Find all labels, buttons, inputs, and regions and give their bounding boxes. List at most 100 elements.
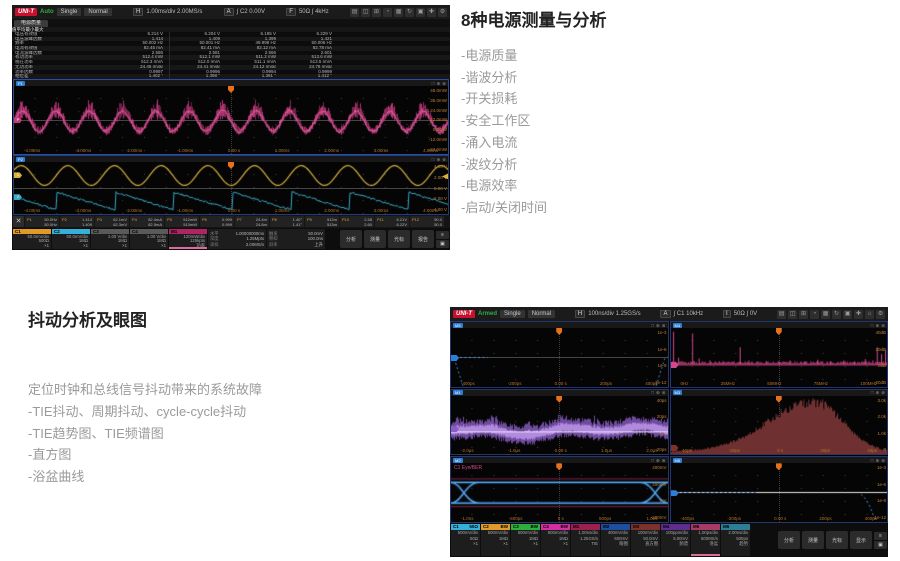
panel-window-icon[interactable]: ⊕ bbox=[436, 81, 440, 86]
panel-window-icon[interactable]: ⊗ bbox=[442, 81, 446, 86]
panel-window-icon[interactable]: ⊕ bbox=[875, 323, 879, 328]
panel-window-icon[interactable]: ⊗ bbox=[881, 323, 885, 328]
toolbar-icon[interactable]: ⚙ bbox=[438, 8, 447, 17]
channel-block[interactable]: M1 1.00ns/div 1.25GS/s TIE bbox=[571, 524, 600, 556]
normal-button[interactable]: Normal bbox=[528, 310, 555, 318]
small-button[interactable]: ▣ bbox=[874, 541, 887, 549]
aux-chip[interactable]: I bbox=[723, 310, 731, 318]
menu-button[interactable]: 报告 bbox=[412, 230, 434, 248]
measurement-chip[interactable]: P21.414 1.409 bbox=[60, 216, 94, 227]
channel-block[interactable]: M4 100ppm/div 5.00mV 频谱 bbox=[661, 524, 690, 556]
channel-block[interactable]: C2 50.0mV/div 1MΩ ×1 bbox=[52, 229, 90, 249]
freq-chip[interactable]: F bbox=[286, 8, 296, 16]
panel-tag[interactable]: M4 bbox=[673, 323, 683, 328]
channel-block[interactable]: C2 BW 500mV/div 1MΩ ×1 bbox=[481, 524, 510, 556]
toolbar-icon[interactable]: ▣ bbox=[416, 8, 425, 17]
channel-block[interactable]: C1 50Ω 500mV/div 50Ω ×1 bbox=[451, 524, 480, 556]
normal-button[interactable]: Normal bbox=[84, 8, 111, 16]
small-button[interactable]: ≡ bbox=[436, 231, 449, 239]
channel-block[interactable]: M2 400mV/div 500mV 眼图 bbox=[601, 524, 630, 556]
panel-window-icon[interactable]: ⊕ bbox=[875, 390, 879, 395]
toolbar-icon[interactable]: ▤ bbox=[350, 8, 359, 17]
channel-block[interactable]: C3 1.00 V/div 1MΩ ×1 bbox=[91, 229, 129, 249]
small-button[interactable]: ≡ bbox=[874, 532, 887, 540]
panel-window-icon[interactable]: □ bbox=[651, 458, 654, 463]
panel-tag[interactable]: M5 bbox=[453, 323, 463, 328]
measurement-chip[interactable]: P9512m 513m bbox=[305, 216, 339, 227]
panel-tag[interactable]: M6 bbox=[673, 458, 683, 463]
single-button[interactable]: Single bbox=[57, 8, 82, 16]
panel-window-icon[interactable]: □ bbox=[432, 157, 435, 162]
toolbar-icon[interactable]: ▦ bbox=[821, 310, 830, 319]
panel-window-icon[interactable]: □ bbox=[432, 81, 435, 86]
measurement-chip[interactable]: P60.999 0.999 bbox=[200, 216, 234, 227]
horizontal-info-block[interactable]: 水平1.00000000ms深度1.25Mpts采样2.00MS/s bbox=[208, 229, 266, 249]
toolbar-icon[interactable]: ◔ bbox=[810, 310, 819, 319]
panel-window-icon[interactable]: □ bbox=[871, 323, 874, 328]
panel-window-icon[interactable]: ⊕ bbox=[656, 390, 660, 395]
toolbar-icon[interactable]: ▦ bbox=[394, 8, 403, 17]
trigger-info-block[interactable]: 触发50.0mV释抑100.0ns斜率上升 bbox=[267, 229, 325, 249]
panel-tag[interactable]: M2 bbox=[453, 458, 463, 463]
single-button[interactable]: Single bbox=[500, 310, 525, 318]
toolbar-icon[interactable]: ▤ bbox=[777, 310, 786, 319]
menu-button[interactable]: 测量 bbox=[364, 230, 386, 248]
channel-block[interactable]: M6 2.00ns/div 500ps 趋势 bbox=[721, 524, 750, 556]
channel-block[interactable]: C3 BW 500mV/div 1MΩ ×1 bbox=[511, 524, 540, 556]
panel-window-icon[interactable]: ⊗ bbox=[662, 458, 666, 463]
panel-tag[interactable]: P2 bbox=[16, 157, 25, 162]
toolbar-icon[interactable]: ▣ bbox=[843, 310, 852, 319]
panel-window-icon[interactable]: □ bbox=[871, 458, 874, 463]
measurement-chip[interactable]: P1250.0 50.0 bbox=[410, 216, 444, 227]
toolbar-icon[interactable]: ◔ bbox=[383, 8, 392, 17]
panel-window-icon[interactable]: ⊗ bbox=[662, 390, 666, 395]
measurement-chip[interactable]: P116.21V 6.22V bbox=[375, 216, 409, 227]
panel-window-icon[interactable]: ⊗ bbox=[662, 323, 666, 328]
panel-window-icon[interactable]: ⊕ bbox=[436, 157, 440, 162]
close-measurements-button[interactable]: ✕ bbox=[13, 216, 24, 227]
toolbar-icon[interactable]: ✚ bbox=[427, 8, 436, 17]
horizontal-chip[interactable]: H bbox=[133, 8, 143, 16]
menu-button[interactable]: 测量 bbox=[802, 531, 824, 549]
tab-power-quality[interactable]: 电源质量 bbox=[14, 20, 48, 27]
horizontal-chip[interactable]: H bbox=[575, 310, 585, 318]
measurement-chip[interactable]: P102.58 2.60 bbox=[340, 216, 374, 227]
menu-button[interactable]: 光标 bbox=[388, 230, 410, 248]
measurement-chip[interactable]: P81.40° 1.41° bbox=[270, 216, 304, 227]
trigger-a-chip[interactable]: A bbox=[224, 8, 234, 16]
measurement-chip[interactable]: P5512mW 513mW bbox=[165, 216, 199, 227]
panel-window-icon[interactable]: ⊕ bbox=[656, 458, 660, 463]
toolbar-icon[interactable]: ↻ bbox=[832, 310, 841, 319]
menu-button[interactable]: 分析 bbox=[778, 531, 800, 549]
toolbar-icon[interactable]: ⊞ bbox=[799, 310, 808, 319]
panel-window-icon[interactable]: ⊗ bbox=[881, 390, 885, 395]
panel-window-icon[interactable]: ⊕ bbox=[656, 323, 660, 328]
toolbar-icon[interactable]: ✚ bbox=[854, 310, 863, 319]
measurement-chip[interactable]: P724.4m 24.8m bbox=[235, 216, 269, 227]
panel-window-icon[interactable]: □ bbox=[651, 390, 654, 395]
panel-window-icon[interactable]: □ bbox=[651, 323, 654, 328]
panel-window-icon[interactable]: ⊗ bbox=[442, 157, 446, 162]
measurement-chip[interactable]: P362.1mV 62.3mV bbox=[95, 216, 129, 227]
channel-block[interactable]: M1 120mW/div 125kpts 功率 bbox=[169, 229, 207, 249]
toolbar-icon[interactable]: ◫ bbox=[788, 310, 797, 319]
channel-block[interactable]: C4 BW 500mV/div 1MΩ ×1 bbox=[541, 524, 570, 556]
channel-block[interactable]: C1 50.0mV/div 500Ω ×1 bbox=[13, 229, 51, 249]
panel-window-icon[interactable]: □ bbox=[871, 390, 874, 395]
measurement-chip[interactable]: P150.0Hz 50.0Hz bbox=[25, 216, 59, 227]
panel-tag[interactable]: P1 bbox=[16, 81, 25, 86]
toolbar-icon[interactable]: ◫ bbox=[361, 8, 370, 17]
channel-block[interactable]: C4 1.00 V/div 1MΩ ×1 bbox=[130, 229, 168, 249]
toolbar-icon[interactable]: ↻ bbox=[405, 8, 414, 17]
small-button[interactable]: ▣ bbox=[436, 240, 449, 248]
panel-window-icon[interactable]: ⊗ bbox=[881, 458, 885, 463]
menu-button[interactable]: 光标 bbox=[826, 531, 848, 549]
trigger-a-chip[interactable]: A bbox=[660, 310, 670, 318]
measurement-chip[interactable]: P482.4mA 82.5mA bbox=[130, 216, 164, 227]
toolbar-icon[interactable]: ⚙ bbox=[876, 310, 885, 319]
menu-button[interactable]: 显示 bbox=[850, 531, 872, 549]
panel-window-icon[interactable]: ⊕ bbox=[875, 458, 879, 463]
panel-tag[interactable]: M3 bbox=[673, 390, 683, 395]
channel-block[interactable]: M3 100mV/div 50.0mV 直方图 bbox=[631, 524, 660, 556]
channel-block[interactable]: M5 1.00ps/div 500MS/s 浴盆 bbox=[691, 524, 720, 556]
